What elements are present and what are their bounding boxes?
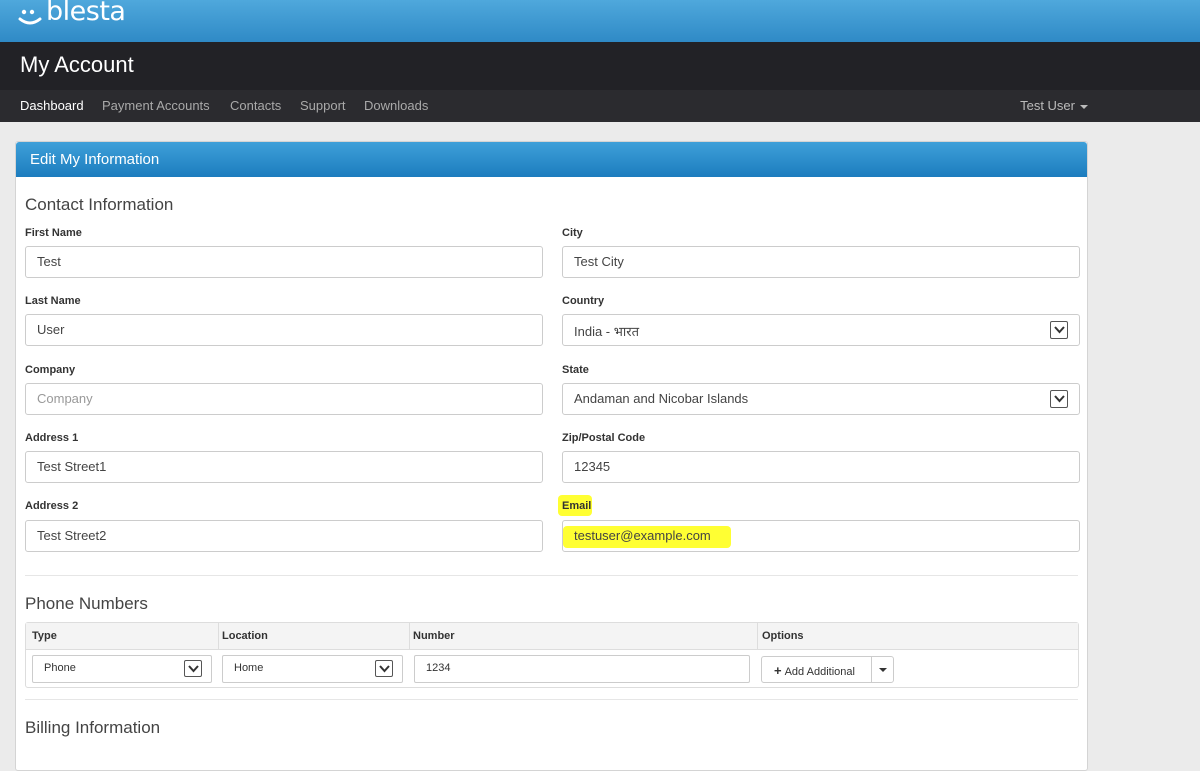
zip-field[interactable]: 12345 (562, 451, 1080, 483)
phone-number-field[interactable]: 1234 (414, 655, 750, 683)
add-options-dropdown[interactable] (871, 656, 894, 683)
city-field[interactable]: Test City (562, 246, 1080, 278)
address1-field[interactable]: Test Street1 (25, 451, 543, 483)
last-name-label: Last Name (25, 295, 81, 307)
chevron-down-icon (375, 660, 393, 677)
last-name-field[interactable]: User (25, 314, 543, 346)
phone-type-select[interactable]: Phone (32, 655, 212, 683)
phone-type-value: Phone (44, 662, 76, 674)
state-select[interactable]: Andaman and Nicobar Islands (562, 383, 1080, 415)
phone-location-value: Home (234, 662, 264, 674)
email-value: testuser@example.com (574, 528, 711, 543)
main-nav: Dashboard Payment Accounts Contacts Supp… (0, 90, 1200, 122)
contact-section-title: Contact Information (25, 195, 174, 214)
edit-info-panel: Edit My Information Contact Information … (15, 141, 1088, 771)
country-label: Country (562, 295, 605, 307)
nav-item-dashboard[interactable]: Dashboard (20, 98, 84, 113)
panel-title: Edit My Information (16, 142, 1087, 177)
logo-bar: blesta (0, 0, 1200, 42)
page-title: My Account (20, 52, 134, 77)
blesta-logo-icon (18, 3, 42, 24)
user-name: Test User (1020, 98, 1075, 113)
address1-label: Address 1 (25, 432, 79, 444)
zip-label: Zip/Postal Code (562, 432, 646, 444)
country-select[interactable]: India - भारत (562, 314, 1080, 346)
nav-item-support[interactable]: Support (300, 98, 346, 113)
chevron-down-icon (184, 660, 202, 677)
column-divider (218, 623, 219, 650)
add-additional-label: Add Additional (784, 666, 855, 678)
col-location: Location (222, 630, 268, 642)
divider (25, 575, 1078, 576)
phone-table-header: Type Location Number Options (26, 623, 1078, 650)
add-additional-button[interactable]: + Add Additional (761, 656, 871, 683)
chevron-down-icon (1050, 390, 1068, 408)
divider (25, 699, 1078, 700)
address2-field[interactable]: Test Street2 (25, 520, 543, 552)
column-divider (757, 623, 758, 650)
company-field[interactable]: Company (25, 383, 543, 415)
country-value: India - भारत (574, 324, 639, 339)
chevron-down-icon (1050, 321, 1068, 339)
state-label: State (562, 364, 589, 376)
phone-section-title: Phone Numbers (25, 594, 148, 613)
col-number: Number (413, 630, 455, 642)
phone-table: Type Location Number Options Phone Home … (25, 622, 1079, 688)
email-label: Email (562, 500, 592, 512)
caret-down-icon (1080, 104, 1088, 109)
company-label: Company (25, 364, 76, 376)
billing-section-title: Billing Information (25, 718, 161, 737)
nav-item-contacts[interactable]: Contacts (230, 98, 281, 113)
first-name-field[interactable]: Test (25, 246, 543, 278)
nav-item-downloads[interactable]: Downloads (364, 98, 428, 113)
col-options: Options (762, 630, 804, 642)
plus-icon: + (774, 663, 782, 678)
col-type: Type (32, 630, 57, 642)
user-menu[interactable]: Test User (1020, 98, 1088, 113)
state-value: Andaman and Nicobar Islands (574, 391, 749, 406)
phone-location-select[interactable]: Home (222, 655, 403, 683)
address2-label: Address 2 (25, 500, 79, 512)
caret-down-icon (879, 668, 887, 672)
city-label: City (562, 227, 583, 239)
logo-text: blesta (46, 0, 126, 27)
page-header: My Account (0, 42, 1200, 90)
nav-item-payment-accounts[interactable]: Payment Accounts (102, 98, 210, 113)
brand-logo[interactable]: blesta (18, 0, 126, 27)
email-field[interactable]: testuser@example.com (562, 520, 1080, 552)
first-name-label: First Name (25, 227, 82, 239)
column-divider (409, 623, 410, 650)
